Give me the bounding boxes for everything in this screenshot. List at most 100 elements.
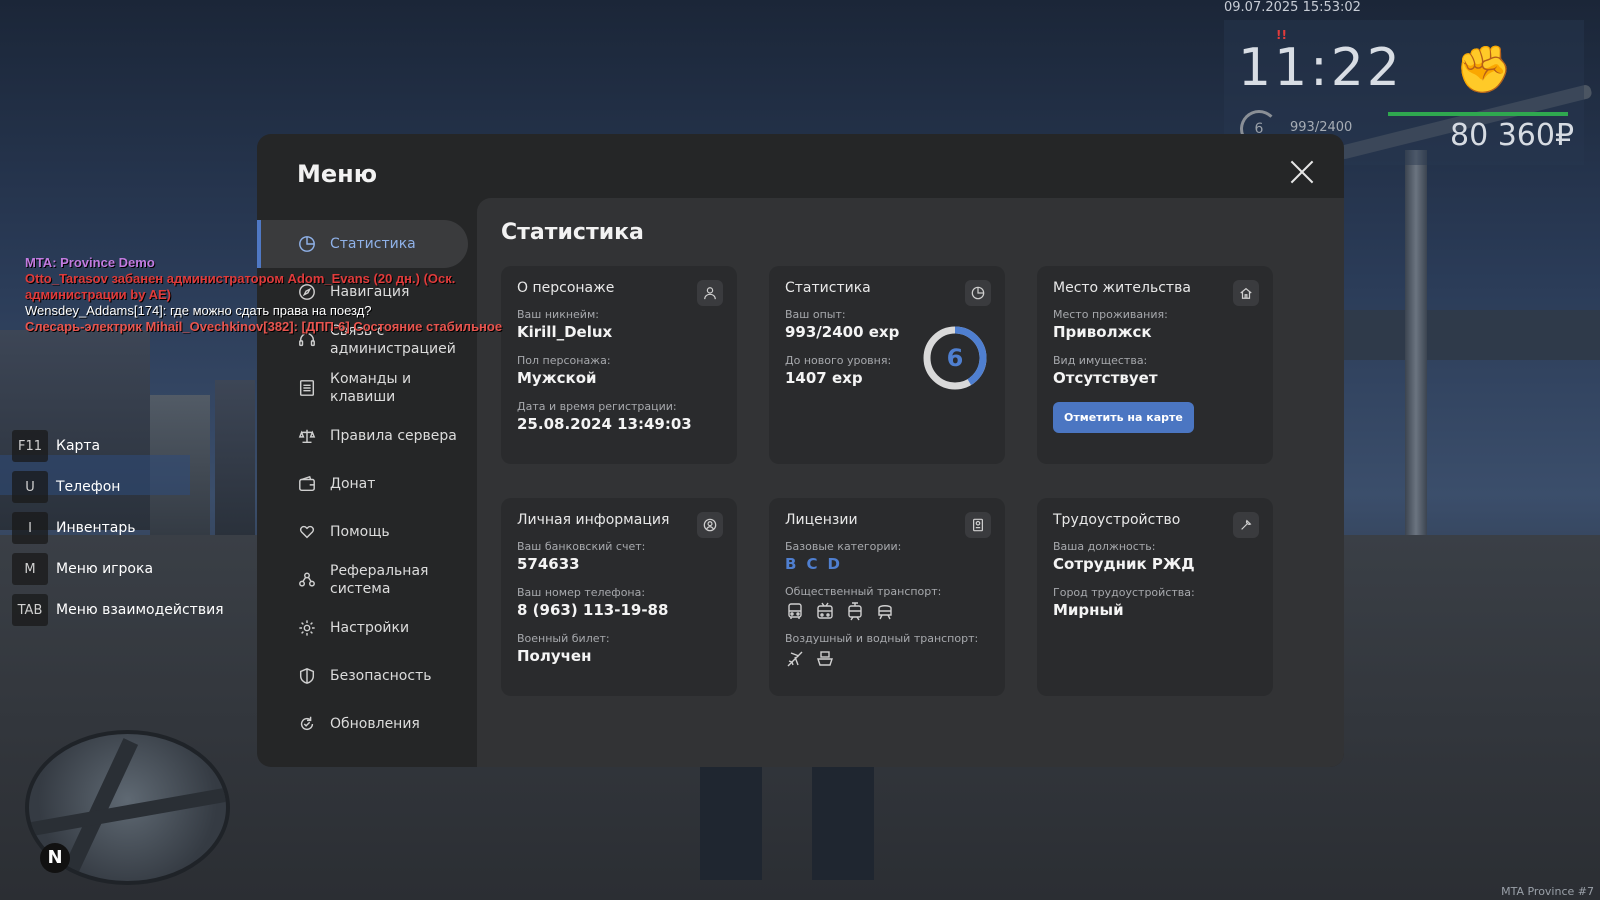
bus-icon xyxy=(785,602,805,622)
nav-label: Настройки xyxy=(330,620,410,636)
license-category: C xyxy=(806,555,818,573)
health-bar xyxy=(1388,112,1568,116)
residence-label: Место проживания: xyxy=(1053,308,1168,321)
nav-item-help[interactable]: Помощь xyxy=(257,508,477,556)
card-licenses: Лицензии Базовые категории: B C D Общест… xyxy=(769,498,1005,696)
card-title: Статистика xyxy=(785,280,871,296)
refresh-icon xyxy=(297,714,317,734)
exp-label: Ваш опыт: xyxy=(785,308,846,321)
hud-clock: 11:22 xyxy=(1238,38,1403,98)
nav-item-security[interactable]: Безопасность xyxy=(257,652,477,700)
nav-label: Статистика xyxy=(330,236,416,252)
phone-label: Ваш номер телефона: xyxy=(517,586,646,599)
chat-line: Wensdey_Addams[174]: где можно сдать пра… xyxy=(25,303,372,318)
north-indicator: N xyxy=(40,843,70,873)
card-title: Лицензии xyxy=(785,512,858,528)
level-value: 6 xyxy=(946,344,964,372)
list-icon xyxy=(297,378,317,398)
menu-title: Меню xyxy=(297,160,378,188)
card-title: Личная информация xyxy=(517,512,670,528)
license-category: D xyxy=(827,555,840,573)
hotkey-inventory[interactable]: I Инвентарь xyxy=(12,512,224,544)
card-employment: Трудоустройство Ваша должность: Сотрудни… xyxy=(1037,498,1273,696)
air-water-transport-label: Воздушный и водный транспорт: xyxy=(785,632,979,645)
nickname-value: Kirill_Delux xyxy=(517,323,613,341)
registration-label: Дата и время регистрации: xyxy=(517,400,677,413)
mark-on-map-button[interactable]: Отметить на карте xyxy=(1053,402,1194,433)
hud-datetime: 09.07.2025 15:53:02 xyxy=(1224,0,1361,15)
overpass xyxy=(1330,310,1600,360)
trolleybus-icon xyxy=(815,602,835,622)
train-icon xyxy=(875,602,895,622)
property-value: Отсутствует xyxy=(1053,369,1158,387)
card-title: Трудоустройство xyxy=(1053,512,1181,528)
card-stats: Статистика Ваш опыт: 993/2400 exp До нов… xyxy=(769,266,1005,464)
wallet-icon xyxy=(297,474,317,494)
pie-chart-icon xyxy=(965,280,991,306)
chat-line: Otto_Tarasov забанен администратором Ado… xyxy=(25,271,456,302)
gender-label: Пол персонажа: xyxy=(517,354,611,367)
hotkey-key: M xyxy=(12,553,48,585)
hotkey-list: F11 Карта U Телефон I Инвентарь M Меню игрок… xyxy=(12,430,224,635)
residence-value: Приволжск xyxy=(1053,323,1152,341)
hotkey-label: Меню взаимодействия xyxy=(56,602,224,618)
license-category: B xyxy=(785,555,797,573)
hotkey-phone[interactable]: U Телефон xyxy=(12,471,224,503)
hotkey-map[interactable]: F11 Карта xyxy=(12,430,224,462)
nav-item-referral[interactable]: Реферальная система xyxy=(257,556,477,604)
card-title: О персонаже xyxy=(517,280,615,296)
nav-item-settings[interactable]: Настройки xyxy=(257,604,477,652)
public-transport-icons xyxy=(785,602,989,622)
content-title: Статистика xyxy=(501,220,644,245)
hotkey-key: F11 xyxy=(12,430,48,462)
pie-chart-icon xyxy=(297,234,317,254)
public-transport-label: Общественный транспорт: xyxy=(785,585,942,598)
hotkey-player-menu[interactable]: M Меню игрока xyxy=(12,553,224,585)
card-character: О персонаже Ваш никнейм: Kirill_Delux По… xyxy=(501,266,737,464)
military-value: Получен xyxy=(517,647,592,665)
tram-icon xyxy=(845,602,865,622)
hotkey-key: TAB xyxy=(12,594,48,626)
card-residence: Место жительства Место проживания: Приво… xyxy=(1037,266,1273,464)
people-icon xyxy=(297,570,317,590)
boat-icon xyxy=(815,649,835,669)
bank-value: 574633 xyxy=(517,555,580,573)
registration-value: 25.08.2024 13:49:03 xyxy=(517,415,692,433)
nav-label: Безопасность xyxy=(330,668,432,684)
nav-label: Правила сервера xyxy=(330,428,457,444)
nav-item-updates[interactable]: Обновления xyxy=(257,700,477,748)
user-icon xyxy=(697,280,723,306)
scales-icon xyxy=(297,426,317,446)
nav-item-commands[interactable]: Команды и клавиши xyxy=(257,364,477,412)
close-button[interactable] xyxy=(1288,158,1316,186)
hotkey-key: U xyxy=(12,471,48,503)
server-watermark: MTA Province #7 xyxy=(1501,885,1594,898)
nav-label: Команды и клавиши xyxy=(330,371,412,405)
nav-label: Помощь xyxy=(330,524,390,540)
job-city-value: Мирный xyxy=(1053,601,1124,619)
hotkey-label: Карта xyxy=(56,438,101,454)
hotkey-interaction-menu[interactable]: TAB Меню взаимодействия xyxy=(12,594,224,626)
gear-icon xyxy=(297,618,317,638)
bank-label: Ваш банковский счет: xyxy=(517,540,646,553)
plane-icon xyxy=(785,649,805,669)
phone-value: 8 (963) 113-19-88 xyxy=(517,601,669,619)
air-water-transport-icons xyxy=(785,649,989,669)
position-label: Ваша должность: xyxy=(1053,540,1156,553)
license-categories: B C D xyxy=(785,555,989,573)
hotkey-label: Меню игрока xyxy=(56,561,154,577)
gender-value: Мужской xyxy=(517,369,597,387)
property-label: Вид имущества: xyxy=(1053,354,1148,367)
chat-line: Слесарь-электрик Mihail_Ovechkinov[382]:… xyxy=(25,319,503,334)
user-circle-icon xyxy=(697,512,723,538)
card-personal-info: Личная информация Ваш банковский счет: 5… xyxy=(501,498,737,696)
nav-item-donate[interactable]: Донат xyxy=(257,460,477,508)
nav-item-rules[interactable]: Правила сервера xyxy=(257,412,477,460)
nav-label: Обновления xyxy=(330,716,420,732)
nickname-label: Ваш никнейм: xyxy=(517,308,599,321)
hotkey-label: Инвентарь xyxy=(56,520,136,536)
fist-icon: ✊ xyxy=(1455,42,1513,96)
heart-hand-icon xyxy=(297,522,317,542)
job-city-label: Город трудоустройства: xyxy=(1053,586,1195,599)
nav-label: Донат xyxy=(330,476,376,492)
